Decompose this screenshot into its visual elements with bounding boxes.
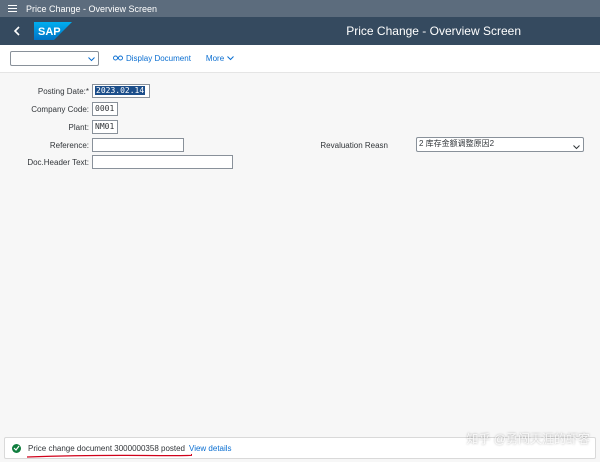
posting-date-field[interactable]: 2023.02.14 — [92, 84, 150, 98]
company-code-field[interactable]: 0001 — [92, 102, 118, 116]
revaluation-reason-select[interactable]: 2 库存金额调整原因2 — [416, 137, 584, 152]
screen-title: Price Change - Overview Screen — [346, 24, 521, 38]
window-title: Price Change - Overview Screen — [26, 3, 158, 14]
back-arrow-icon[interactable] — [10, 24, 24, 38]
hamburger-menu-icon[interactable] — [3, 0, 21, 17]
svg-text:SAP: SAP — [38, 26, 61, 38]
success-check-icon — [12, 443, 21, 453]
sap-logo: SAP — [34, 22, 72, 40]
view-details-link[interactable]: View details — [189, 444, 232, 453]
window-title-bar: Price Change - Overview Screen — [0, 0, 600, 17]
reference-field[interactable] — [92, 138, 184, 152]
plant-label: Plant: — [68, 123, 89, 132]
doc-header-text-field[interactable] — [92, 155, 233, 169]
display-document-button[interactable]: Display Document — [113, 54, 191, 63]
posting-date-label: Posting Date:* — [37, 87, 89, 96]
application-toolbar: Display Document More — [0, 45, 600, 73]
reference-label: Reference: — [49, 141, 89, 150]
watermark: 知乎 @勇闯天涯的虾客 — [466, 432, 590, 446]
company-code-label: Company Code: — [31, 105, 89, 114]
doc-header-text-label: Doc.Header Text: — [27, 158, 89, 167]
plant-field[interactable]: NM01 — [92, 120, 118, 134]
revaluation-reason-value: 2 库存金额调整原因2 — [419, 139, 495, 148]
chevron-down-icon — [227, 54, 235, 63]
revaluation-reason-label: Revaluation Reasn — [320, 141, 388, 150]
header-form: Posting Date:* 2023.02.14 Company Code: … — [0, 73, 600, 435]
display-document-label: Display Document — [126, 54, 191, 63]
red-annotation-underline — [26, 453, 192, 458]
glasses-icon — [113, 54, 123, 63]
status-message: Price change document 3000000358 posted — [28, 443, 186, 453]
chevron-down-icon — [88, 55, 95, 64]
more-button[interactable]: More — [205, 54, 235, 63]
variant-select[interactable] — [10, 51, 99, 66]
chevron-down-icon — [573, 142, 580, 154]
more-label: More — [205, 54, 225, 63]
shell-bar: SAP Price Change - Overview Screen — [0, 17, 600, 45]
